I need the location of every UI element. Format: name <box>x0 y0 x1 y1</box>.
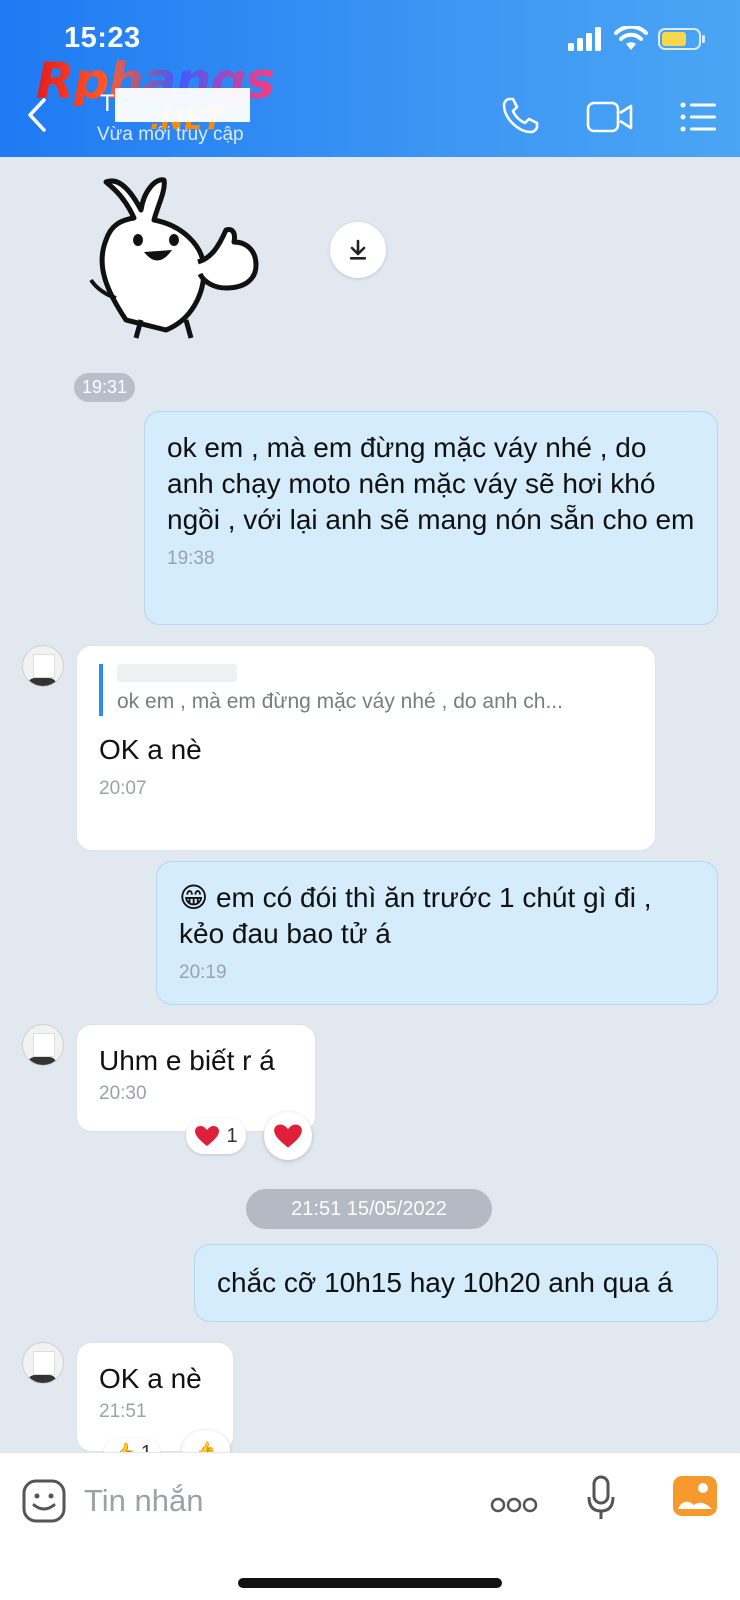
battery-icon <box>658 28 705 50</box>
rabbit-thumbs-up-sticker[interactable] <box>86 170 276 340</box>
reaction-count: 1 <box>226 1124 238 1147</box>
message-bubble-sent[interactable]: 😁 em có đói thì ăn trước 1 chút gì đi , … <box>156 861 718 1005</box>
contact-name[interactable]: T <box>100 90 115 118</box>
date-divider: 21:51 15/05/2022 <box>246 1189 492 1229</box>
message-bubble-sent[interactable]: ok em , mà em đừng mặc váy nhé , do anh … <box>144 411 718 625</box>
avatar[interactable] <box>22 645 64 687</box>
message-time: 21:51 <box>99 1401 147 1422</box>
video-call-icon[interactable] <box>586 100 634 134</box>
grin-emoji: 😁 <box>179 882 209 913</box>
message-time: 20:07 <box>99 778 147 799</box>
avatar[interactable] <box>22 1342 64 1384</box>
status-time: 15:23 <box>64 22 141 54</box>
message-time: 20:19 <box>179 962 227 983</box>
sticker-emoji-icon[interactable] <box>22 1479 66 1523</box>
message-text: em có đói thì ăn trước 1 chút gì đi , kẻ… <box>179 882 652 949</box>
menu-list-icon[interactable] <box>680 102 718 132</box>
sticker-time: 19:31 <box>74 373 136 402</box>
quote-author-redacted <box>117 664 237 682</box>
message-time: 20:30 <box>99 1083 147 1104</box>
chat-header: 15:23 Rphangs .NET T Vừa mới truy cập <box>0 0 740 157</box>
message-bubble-sent[interactable]: chắc cỡ 10h15 hay 10h20 anh qua á <box>194 1244 718 1322</box>
heart-icon <box>274 1124 302 1148</box>
message-text: chắc cỡ 10h15 hay 10h20 anh qua á <box>217 1267 673 1298</box>
back-icon[interactable] <box>24 96 50 134</box>
message-input[interactable]: Tin nhắn <box>84 1483 204 1519</box>
home-indicator <box>238 1578 502 1588</box>
image-gallery-icon[interactable] <box>672 1475 718 1517</box>
heart-icon <box>195 1126 220 1146</box>
message-text: OK a nè <box>99 1363 202 1394</box>
message-text: OK a nè <box>99 734 202 765</box>
download-icon <box>350 239 366 260</box>
wifi-icon <box>614 26 648 50</box>
message-text: Uhm e biết r á <box>99 1045 275 1076</box>
message-time: 19:38 <box>167 548 215 569</box>
reply-quote[interactable]: ok em , mà em đừng mặc váy nhé , do anh … <box>99 664 633 716</box>
message-bubble-received[interactable]: ok em , mà em đừng mặc váy nhé , do anh … <box>76 645 656 851</box>
avatar[interactable] <box>22 1024 64 1066</box>
reaction-summary[interactable]: 1 <box>186 1118 246 1154</box>
microphone-icon[interactable] <box>586 1475 616 1523</box>
more-options-icon[interactable] <box>490 1497 538 1513</box>
react-heart-button[interactable] <box>264 1112 312 1160</box>
contact-name-redaction <box>115 88 250 122</box>
last-seen-status: Vừa mới truy cập <box>97 124 244 145</box>
signal-icon <box>568 27 601 51</box>
phone-call-icon[interactable] <box>500 96 540 136</box>
download-button[interactable] <box>330 222 386 278</box>
status-icons <box>568 26 706 52</box>
message-text: ok em , mà em đừng mặc váy nhé , do anh … <box>167 432 695 535</box>
quote-text: ok em , mà em đừng mặc váy nhé , do anh … <box>117 690 563 713</box>
